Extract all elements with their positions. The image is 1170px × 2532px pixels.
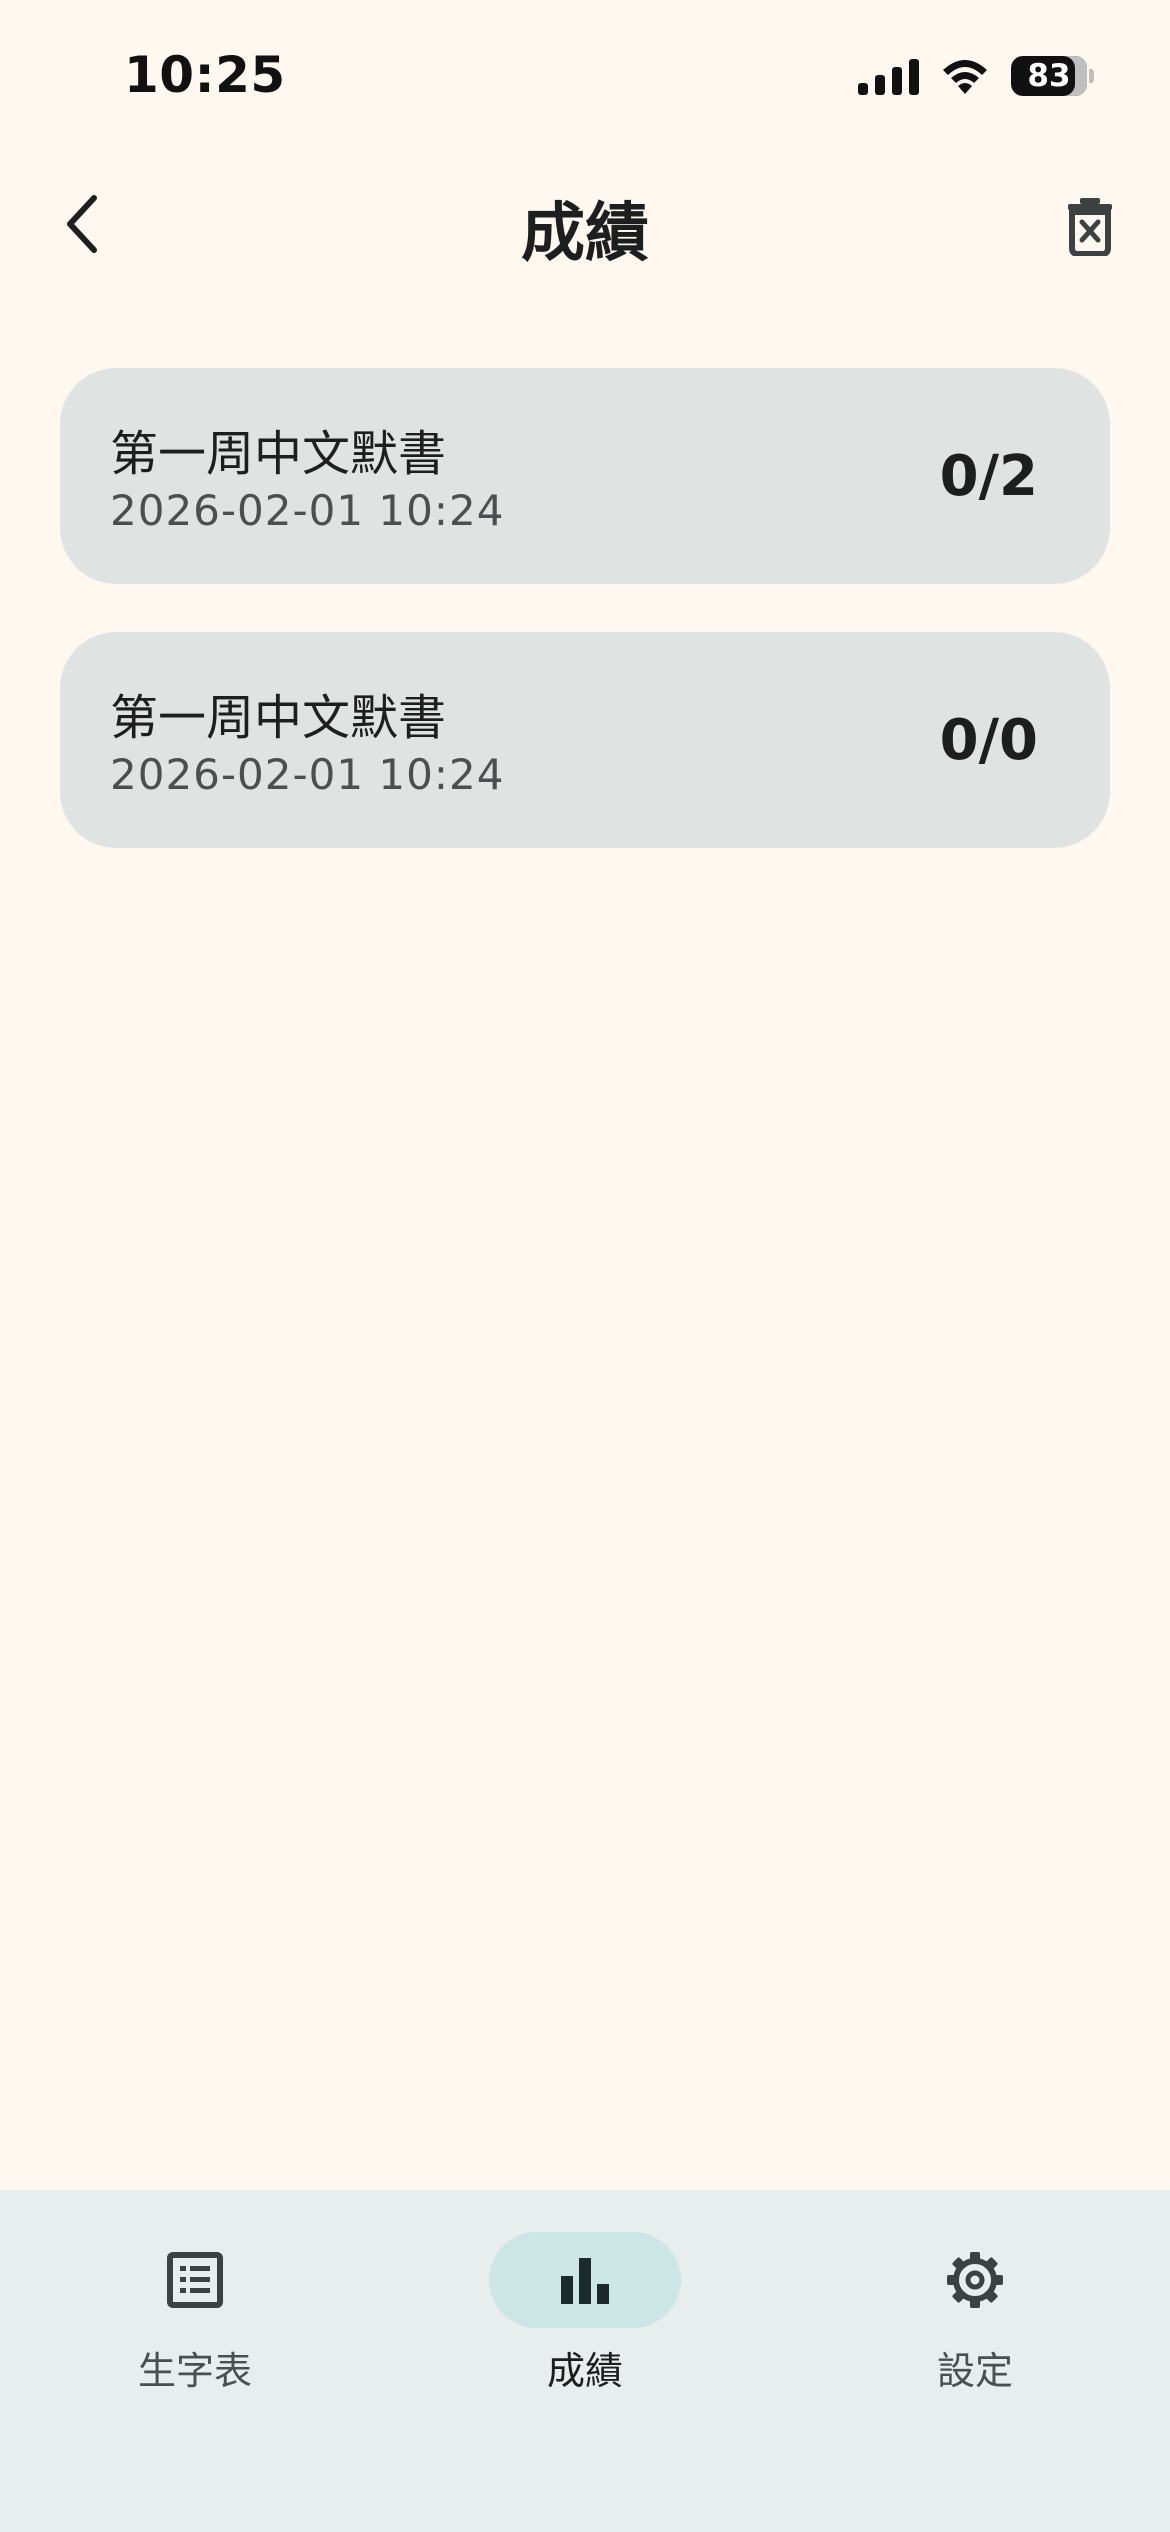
- delete-all-button[interactable]: [1054, 190, 1126, 262]
- battery-icon: 83: [1011, 56, 1094, 96]
- nav-icon-container: [99, 2232, 291, 2328]
- gear-icon: [947, 2252, 1003, 2308]
- status-bar: 10:25 83: [0, 0, 1170, 150]
- nav-item-vocabulary[interactable]: 生字表: [35, 2232, 355, 2393]
- battery-level: 83: [1011, 56, 1087, 96]
- result-title: 第一周中文默書: [110, 690, 447, 746]
- result-card[interactable]: 第一周中文默書 2026-02-01 10:24 0/0: [60, 632, 1110, 848]
- wifi-icon: [943, 60, 987, 94]
- bar-chart-icon: [561, 2258, 609, 2304]
- cellular-signal-icon: [858, 57, 919, 95]
- list-icon: [167, 2252, 223, 2308]
- nav-icon-container: [489, 2232, 681, 2328]
- result-title: 第一周中文默書: [110, 426, 447, 482]
- nav-label: 成績: [546, 2349, 623, 2393]
- status-icons: 83: [858, 52, 1094, 100]
- bottom-nav: 生字表 成績 設定: [0, 2190, 1170, 2532]
- result-date: 2026-02-01 10:24: [110, 486, 505, 535]
- result-score: 0/0: [939, 708, 1038, 773]
- page-title: 成績: [521, 197, 649, 271]
- result-list: 第一周中文默書 2026-02-01 10:24 0/2 第一周中文默書 202…: [60, 368, 1110, 896]
- status-time: 10:25: [124, 46, 286, 104]
- app-bar: 成績: [0, 150, 1170, 300]
- result-date: 2026-02-01 10:24: [110, 750, 505, 799]
- trash-x-icon: [1068, 198, 1112, 256]
- nav-label: 生字表: [137, 2349, 252, 2393]
- nav-item-settings[interactable]: 設定: [815, 2232, 1135, 2393]
- result-card[interactable]: 第一周中文默書 2026-02-01 10:24 0/2: [60, 368, 1110, 584]
- nav-label: 設定: [936, 2349, 1013, 2393]
- nav-item-results[interactable]: 成績: [425, 2232, 745, 2393]
- nav-icon-container: [879, 2232, 1071, 2328]
- result-score: 0/2: [939, 444, 1038, 509]
